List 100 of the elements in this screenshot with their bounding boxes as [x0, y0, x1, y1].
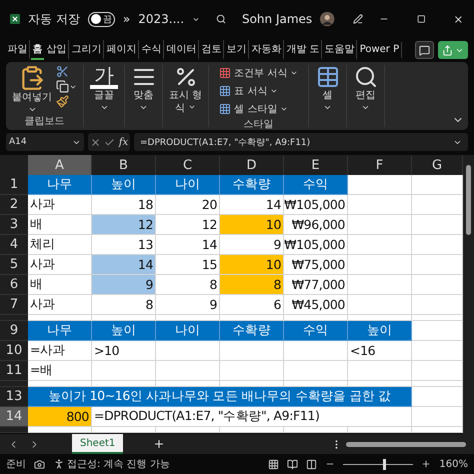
- column-header[interactable]: F: [348, 155, 412, 175]
- ribbon-tab[interactable]: 개발 도: [285, 40, 322, 60]
- table-cell: 18: [92, 195, 156, 215]
- table-cell: 9: [156, 295, 220, 315]
- row-number[interactable]: 10: [0, 341, 28, 361]
- table-cell: 사과: [28, 295, 92, 315]
- table-header-cell: 나이: [156, 175, 220, 195]
- table-cell: ₩105,000: [284, 195, 348, 215]
- table-cell: 6: [220, 295, 284, 315]
- column-header[interactable]: A: [28, 155, 92, 175]
- table-cell: 20: [156, 195, 220, 215]
- table-cell: ₩75,000: [284, 255, 348, 275]
- table-cell: 8: [220, 275, 284, 295]
- ribbon-tab[interactable]: 삽입: [45, 40, 69, 60]
- table-header-cell: 수익: [284, 175, 348, 195]
- row-number[interactable]: 9: [0, 321, 28, 341]
- table-cell: 10: [220, 255, 284, 275]
- table-cell: =사과: [28, 341, 92, 361]
- font-button[interactable]: 가 글꼴: [90, 65, 118, 112]
- style-menu-button[interactable]: 셀 스타일: [219, 101, 288, 117]
- table-cell: 8: [92, 295, 156, 315]
- formula-field[interactable]: =DPRODUCT(A1:E7, "수확량", A9:F11): [134, 133, 468, 151]
- row-number[interactable]: 6: [0, 275, 28, 295]
- table-cell: 10: [220, 215, 284, 235]
- name-box[interactable]: A14: [6, 133, 84, 151]
- ribbon-tab[interactable]: 검토: [200, 40, 224, 60]
- table-cell: =배: [28, 361, 92, 381]
- table-header-cell: 나무: [28, 175, 92, 195]
- zoom-level[interactable]: 160%: [439, 458, 468, 470]
- row-number[interactable]: 7: [0, 295, 28, 315]
- row-number[interactable]: 13: [0, 387, 28, 407]
- row-number[interactable]: 3: [0, 215, 28, 235]
- row-number[interactable]: 5: [0, 255, 28, 275]
- editing-button[interactable]: 편집: [354, 65, 378, 112]
- group-label: 클립보드: [24, 115, 64, 128]
- formula-text: =DPRODUCT(A1:E7, "수확량", A9:F11): [92, 407, 412, 427]
- file-name[interactable]: 2023....: [138, 12, 184, 26]
- ribbon-tab[interactable]: 수식: [140, 40, 164, 60]
- row-number[interactable]: 2: [0, 195, 28, 215]
- table-cell: 14: [220, 195, 284, 215]
- table-cell: ₩105,000: [284, 235, 348, 255]
- column-header[interactable]: B: [92, 155, 156, 175]
- status-text: 준비: [6, 458, 26, 471]
- row-number[interactable]: 14: [0, 407, 28, 427]
- table-cell: 9: [220, 235, 284, 255]
- table-header-cell: 높이: [348, 321, 412, 341]
- row-number[interactable]: 11: [0, 361, 28, 381]
- ribbon-tab[interactable]: 페이지: [105, 40, 139, 60]
- autosave-label: 자동 저장: [28, 10, 80, 28]
- style-menu-button[interactable]: 조건부 서식: [219, 65, 298, 81]
- cells-button[interactable]: 셀: [316, 65, 340, 112]
- table-cell: 15: [156, 255, 220, 275]
- table-cell: 14: [156, 235, 220, 255]
- table-cell: 배: [28, 215, 92, 235]
- ribbon-tab[interactable]: 파일: [6, 40, 30, 60]
- ribbon-tab[interactable]: 그리기: [70, 40, 104, 60]
- row-number[interactable]: 1: [0, 175, 28, 195]
- table-cell: ₩45,000: [284, 295, 348, 315]
- column-header[interactable]: D: [220, 155, 284, 175]
- table-cell: 12: [92, 215, 156, 235]
- table-cell: 배: [28, 275, 92, 295]
- sheet-tab[interactable]: Sheet1: [72, 434, 124, 454]
- table-cell: 사과: [28, 195, 92, 215]
- user-name[interactable]: Sohn James: [242, 12, 312, 26]
- table-header-cell: 수익: [284, 321, 348, 341]
- group-label: 스타일: [244, 118, 274, 131]
- paste-button[interactable]: 붙여넣기: [12, 65, 52, 114]
- number-format-button[interactable]: 표시 형 식: [169, 65, 202, 115]
- table-header-cell: 높이: [92, 321, 156, 341]
- insert-function-button[interactable]: fx: [118, 136, 128, 148]
- ribbon-tab[interactable]: 도움말: [323, 40, 358, 60]
- autosave-toggle[interactable]: 끔: [88, 12, 115, 26]
- style-menu-button[interactable]: 표 서식: [219, 83, 278, 99]
- table-cell: >10: [92, 341, 156, 361]
- column-header[interactable]: C: [156, 155, 220, 175]
- banner-cell: 높이가 10~16인 사과나무와 모든 배나무의 수확량을 곱한 값: [28, 387, 412, 407]
- alignment-button[interactable]: 맞춤: [132, 65, 156, 112]
- accessibility-status[interactable]: 접근성: 계속 진행 가능: [67, 457, 170, 471]
- overflow-button[interactable]: »: [122, 12, 130, 26]
- column-header[interactable]: G: [412, 155, 463, 175]
- ribbon-tab[interactable]: 자동화: [250, 40, 284, 60]
- ribbon-tab[interactable]: 데이터: [165, 40, 199, 60]
- row-number[interactable]: 4: [0, 235, 28, 255]
- ribbon-tab[interactable]: 홈: [31, 40, 44, 60]
- table-cell: <16: [348, 341, 412, 361]
- table-header-cell: 수확량: [220, 321, 284, 341]
- table-header-cell: 높이: [92, 175, 156, 195]
- table-cell: 800: [28, 407, 92, 427]
- table-header-cell: 나무: [28, 321, 92, 341]
- table-cell: 13: [92, 235, 156, 255]
- table-cell: 12: [156, 215, 220, 235]
- ribbon-tab[interactable]: 보기: [225, 40, 249, 60]
- table-header-cell: 나이: [156, 321, 220, 341]
- column-header[interactable]: E: [284, 155, 348, 175]
- table-header-cell: 수확량: [220, 175, 284, 195]
- table-cell: 8: [156, 275, 220, 295]
- ribbon-tab[interactable]: Power P: [358, 42, 402, 58]
- table-cell: 9: [92, 275, 156, 295]
- table-cell: 체리: [28, 235, 92, 255]
- table-cell: ₩77,000: [284, 275, 348, 295]
